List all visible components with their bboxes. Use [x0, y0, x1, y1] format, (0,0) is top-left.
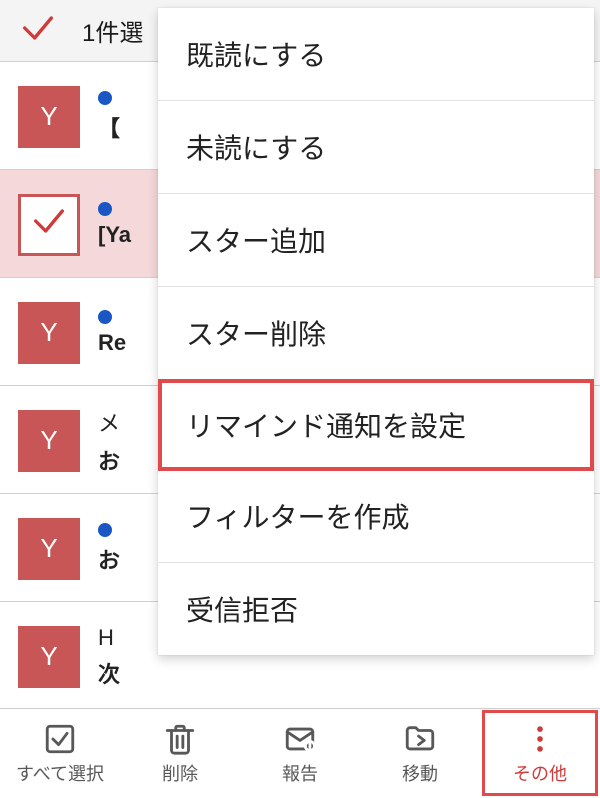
unread-dot-icon: [98, 91, 112, 105]
unread-dot-icon: [98, 523, 112, 537]
selection-count: 1件選: [82, 13, 143, 48]
unread-dot-icon: [98, 310, 112, 324]
selection-check-icon: [18, 8, 58, 53]
mail-row-selected-icon[interactable]: [18, 194, 80, 256]
mail-row-avatar[interactable]: Y: [18, 626, 80, 688]
delete-button[interactable]: 削除: [120, 709, 240, 798]
more-button[interactable]: その他: [480, 709, 600, 798]
select-all-label: すべて選択: [16, 760, 104, 786]
mail-row-avatar[interactable]: Y: [18, 302, 80, 364]
menu-item[interactable]: フィルターを作成: [158, 470, 594, 563]
report-label: 報告: [282, 760, 318, 786]
report-button[interactable]: 報告: [240, 709, 360, 798]
mail-row-sender: H: [98, 625, 114, 651]
move-button[interactable]: 移動: [360, 709, 480, 798]
more-label: その他: [513, 760, 567, 786]
bottom-toolbar: すべて選択 削除 報告 移動: [0, 708, 600, 798]
move-icon: [403, 722, 437, 756]
menu-item[interactable]: スター削除: [158, 287, 594, 380]
menu-item[interactable]: スター追加: [158, 194, 594, 287]
menu-item[interactable]: 未読にする: [158, 101, 594, 194]
select-all-icon: [43, 722, 77, 756]
menu-item[interactable]: 受信拒否: [158, 563, 594, 655]
select-all-button[interactable]: すべて選択: [0, 709, 120, 798]
trash-icon: [163, 722, 197, 756]
menu-item[interactable]: リマインド通知を設定: [158, 379, 594, 471]
unread-dot-icon: [98, 202, 112, 216]
delete-label: 削除: [162, 760, 198, 786]
mail-row-sender: メ: [98, 406, 120, 438]
mail-row-subject: 次: [98, 657, 582, 689]
move-label: 移動: [402, 760, 438, 786]
mail-row-avatar[interactable]: Y: [18, 86, 80, 148]
report-icon: [283, 722, 317, 756]
more-menu: 既読にする未読にするスター追加スター削除リマインド通知を設定フィルターを作成受信…: [158, 8, 594, 655]
mail-row-avatar[interactable]: Y: [18, 518, 80, 580]
more-vertical-icon: [523, 722, 557, 756]
menu-item[interactable]: 既読にする: [158, 8, 594, 101]
mail-row-avatar[interactable]: Y: [18, 410, 80, 472]
